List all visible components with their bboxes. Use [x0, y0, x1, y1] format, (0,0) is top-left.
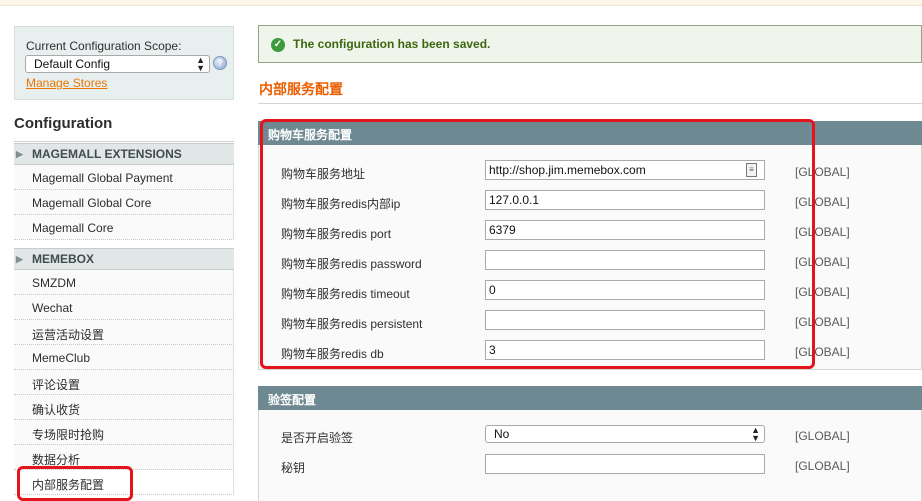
section-cart-service: 购物车服务配置 购物车服务地址 http://shop.jim.memebox.… [258, 121, 922, 370]
sidebar-item-wechat[interactable]: Wechat [14, 295, 234, 320]
field-row-redis-port: 购物车服务redis port 6379 [GLOBAL] [259, 216, 921, 246]
page-title: 内部服务配置 [259, 81, 343, 97]
scope-select[interactable]: Default Config ▲ ▼ [25, 55, 210, 73]
select-value: No [494, 427, 510, 441]
select-arrows-icon: ▲ ▼ [196, 55, 205, 73]
field-value: http://shop.jim.memebox.com [489, 163, 646, 177]
sidebar-group-memebox[interactable]: ▶ MEMEBOX [14, 248, 234, 270]
scope-tag: [GLOBAL] [795, 285, 850, 299]
success-check-icon: ✓ [271, 38, 285, 52]
sidebar-item-internal-service-config[interactable]: 内部服务配置 [14, 470, 234, 495]
sidebar-item-magemall-global-payment[interactable]: Magemall Global Payment [14, 165, 234, 190]
sidebar-item-confirm-receipt[interactable]: 确认收货 [14, 395, 234, 420]
section-signature-verification: 验签配置 是否开启验签 No ▲ ▼ [GLOBAL] 秘钥 [GLOBAL] [258, 386, 922, 501]
scope-switcher: Current Configuration Scope: Default Con… [14, 26, 234, 100]
help-icon[interactable]: ? [213, 56, 227, 70]
top-notice-strip [0, 0, 922, 6]
redis-timeout-input[interactable]: 0 [485, 280, 765, 300]
scope-tag: [GLOBAL] [795, 225, 850, 239]
manage-stores-link[interactable]: Manage Stores [26, 76, 107, 90]
field-row-redis-persistent: 购物车服务redis persistent [GLOBAL] [259, 306, 921, 336]
field-label: 购物车服务redis db [281, 347, 384, 361]
scope-tag: [GLOBAL] [795, 345, 850, 359]
scope-tag: [GLOBAL] [795, 315, 850, 329]
scope-label: Current Configuration Scope: [26, 39, 182, 53]
sidebar-item-memeclub[interactable]: MemeClub [14, 345, 234, 370]
redis-db-input[interactable]: 3 [485, 340, 765, 360]
redis-ip-input[interactable]: 127.0.0.1 [485, 190, 765, 210]
field-label: 购物车服务redis persistent [281, 317, 423, 331]
redis-password-input[interactable] [485, 250, 765, 270]
field-row-redis-password: 购物车服务redis password [GLOBAL] [259, 246, 921, 276]
success-message-text: The configuration has been saved. [293, 37, 491, 51]
secret-key-input[interactable] [485, 454, 765, 474]
field-row-redis-ip: 购物车服务redis内部ip 127.0.0.1 [GLOBAL] [259, 186, 921, 216]
success-message: ✓ The configuration has been saved. [258, 25, 922, 63]
expand-triangle-icon: ▶ [16, 254, 23, 264]
enable-verification-select[interactable]: No ▲ ▼ [485, 425, 765, 443]
sidebar-nav: ▶ MAGEMALL EXTENSIONS Magemall Global Pa… [14, 143, 234, 495]
select-arrows-icon: ▲ ▼ [751, 425, 760, 443]
field-label: 购物车服务redis password [281, 257, 422, 271]
configuration-title: Configuration [14, 108, 234, 142]
sidebar-item-flash-sale[interactable]: 专场限时抢购 [14, 420, 234, 445]
section-body: 是否开启验签 No ▲ ▼ [GLOBAL] 秘钥 [GLOBAL] [258, 410, 922, 501]
cart-service-url-input[interactable]: http://shop.jim.memebox.com ≡ [485, 160, 765, 180]
scope-tag: [GLOBAL] [795, 429, 850, 443]
field-label: 购物车服务地址 [281, 167, 366, 181]
field-row-redis-db: 购物车服务redis db 3 [GLOBAL] [259, 336, 921, 366]
autofill-card-icon[interactable]: ≡ [746, 163, 757, 177]
field-label: 购物车服务redis timeout [281, 287, 410, 301]
sidebar-group-label: MAGEMALL EXTENSIONS [32, 147, 182, 161]
sidebar-gap [14, 240, 234, 248]
sidebar-item-magemall-global-core[interactable]: Magemall Global Core [14, 190, 234, 215]
sidebar-item-data-analysis[interactable]: 数据分析 [14, 445, 234, 470]
field-row-enable-verification: 是否开启验签 No ▲ ▼ [GLOBAL] [259, 420, 921, 450]
field-label: 购物车服务redis内部ip [281, 197, 401, 211]
redis-port-input[interactable]: 6379 [485, 220, 765, 240]
sidebar-item-magemall-core[interactable]: Magemall Core [14, 215, 234, 240]
field-row-secret-key: 秘钥 [GLOBAL] [259, 450, 921, 480]
sidebar-group-label: MEMEBOX [32, 252, 95, 266]
scope-tag: [GLOBAL] [795, 165, 850, 179]
field-label: 购物车服务redis port [281, 227, 392, 241]
field-row-cart-service-url: 购物车服务地址 http://shop.jim.memebox.com ≡ [G… [259, 156, 921, 186]
redis-persistent-input[interactable] [485, 310, 765, 330]
scope-select-value: Default Config [34, 57, 111, 71]
sidebar-item-campaign-settings[interactable]: 运营活动设置 [14, 320, 234, 345]
scope-tag: [GLOBAL] [795, 195, 850, 209]
field-row-redis-timeout: 购物车服务redis timeout 0 [GLOBAL] [259, 276, 921, 306]
page-title-divider [258, 103, 922, 104]
section-body: 购物车服务地址 http://shop.jim.memebox.com ≡ [G… [258, 145, 922, 370]
scope-tag: [GLOBAL] [795, 255, 850, 269]
sidebar-group-magemall-extensions[interactable]: ▶ MAGEMALL EXTENSIONS [14, 143, 234, 165]
scope-tag: [GLOBAL] [795, 459, 850, 473]
field-label: 是否开启验签 [281, 431, 354, 445]
expand-triangle-icon: ▶ [16, 149, 23, 159]
sidebar-item-smzdm[interactable]: SMZDM [14, 270, 234, 295]
field-label: 秘钥 [281, 461, 306, 475]
sidebar-item-comment-settings[interactable]: 评论设置 [14, 370, 234, 395]
section-header[interactable]: 验签配置 [258, 386, 922, 410]
section-header[interactable]: 购物车服务配置 [258, 121, 922, 145]
